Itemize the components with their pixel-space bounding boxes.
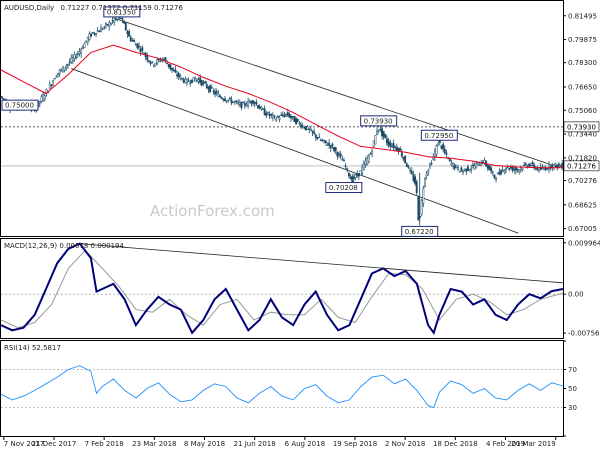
x-tick-label: 19 Sep 2018	[333, 440, 377, 448]
price-annotation: 0.73930	[360, 115, 398, 127]
current-price-tag: 0.71276	[563, 160, 600, 172]
candle	[417, 195, 420, 221]
x-tick-label: 23 Mar 2018	[132, 440, 176, 448]
price-title: AUDUSD,Daily	[4, 4, 54, 12]
candle	[257, 104, 259, 109]
price-tick-label: 0.79875	[568, 36, 597, 44]
macd-tick-label: 0.00	[568, 291, 584, 299]
price-annotation: 0.67220	[401, 225, 439, 237]
rsi-tick-label: 30	[568, 404, 577, 412]
chart-canvas: ActionForex.com 0.813500.750000.739300.7…	[0, 0, 600, 448]
rsi-tick-label: 70	[568, 366, 577, 374]
candle	[52, 79, 55, 87]
candle	[305, 126, 307, 131]
price-annotation: 0.70208	[325, 182, 363, 194]
candle	[293, 115, 296, 122]
watermark: ActionForex.com	[150, 202, 275, 220]
rsi-panel-title: RSI(14) 52.5817	[4, 344, 61, 352]
price-panel-title: AUDUSD,Daily 0.71227 0.71372 0.71159 0.7…	[4, 4, 183, 12]
svg-text:0.73930: 0.73930	[364, 117, 393, 125]
candle	[404, 155, 407, 164]
macd-panel-frame	[0, 238, 564, 339]
svg-text:0.75000: 0.75000	[5, 102, 34, 110]
candle	[420, 198, 423, 217]
macd-tick-label: 0.009964	[568, 239, 600, 247]
x-tick-label: 6 Aug 2018	[285, 440, 325, 448]
candle	[374, 135, 377, 145]
price-tick-label: 0.78300	[568, 59, 597, 67]
svg-text:0.67220: 0.67220	[405, 228, 434, 236]
candle	[384, 133, 387, 139]
price-tick-label: 0.81495	[568, 12, 597, 20]
candle	[119, 17, 122, 20]
x-tick-label: 2 Nov 2018	[385, 440, 425, 448]
x-tick-label: 20 Mar 2019	[511, 440, 555, 448]
macd-tick-label: -0.00756	[568, 330, 600, 338]
candle	[190, 79, 193, 84]
candle	[359, 169, 362, 176]
candle	[458, 171, 461, 173]
candle	[124, 22, 127, 31]
svg-text:0.73930: 0.73930	[567, 123, 596, 131]
candle	[209, 84, 212, 94]
price-panel-frame	[0, 0, 564, 237]
price-ohlc-header: 0.71227 0.71372 0.71159 0.71276	[60, 4, 183, 12]
x-tick-label: 7 Feb 2018	[85, 440, 124, 448]
price-tick-label: 0.76650	[568, 83, 597, 91]
price-tick-label: 0.68625	[568, 201, 597, 209]
price-tick-label: 0.67005	[568, 225, 597, 233]
candle	[62, 66, 64, 73]
price-tick-label: 0.70276	[568, 177, 597, 185]
x-tick-label: 18 Dec 2018	[433, 440, 478, 448]
svg-text:0.70208: 0.70208	[329, 184, 358, 192]
x-tick-label: 21 Jun 2018	[234, 440, 276, 448]
rsi-tick-label: 50	[568, 385, 577, 393]
level-price-tag: 0.73930	[563, 121, 600, 133]
price-annotation: 0.75000	[1, 99, 39, 111]
svg-text:0.71276: 0.71276	[567, 162, 596, 170]
rsi-panel-frame	[0, 340, 564, 437]
candle	[496, 172, 499, 175]
price-tags: 0.73930 0.71276	[563, 121, 600, 172]
price-annotation: 0.72950	[420, 129, 458, 141]
x-tick-label: 8 May 2018	[184, 440, 225, 448]
x-tick-label: 21 Dec 2017	[32, 440, 77, 448]
macd-panel-title: MACD(12,26,9) 0.00078 0.000194	[4, 242, 125, 250]
svg-text:0.72950: 0.72950	[424, 132, 453, 140]
candle	[415, 179, 418, 195]
x-axis: 7 Nov 201721 Dec 2017 7 Feb 2018 23 Mar 20…	[3, 437, 557, 448]
candle	[192, 76, 195, 82]
price-tick-label: 0.75060	[568, 107, 597, 115]
